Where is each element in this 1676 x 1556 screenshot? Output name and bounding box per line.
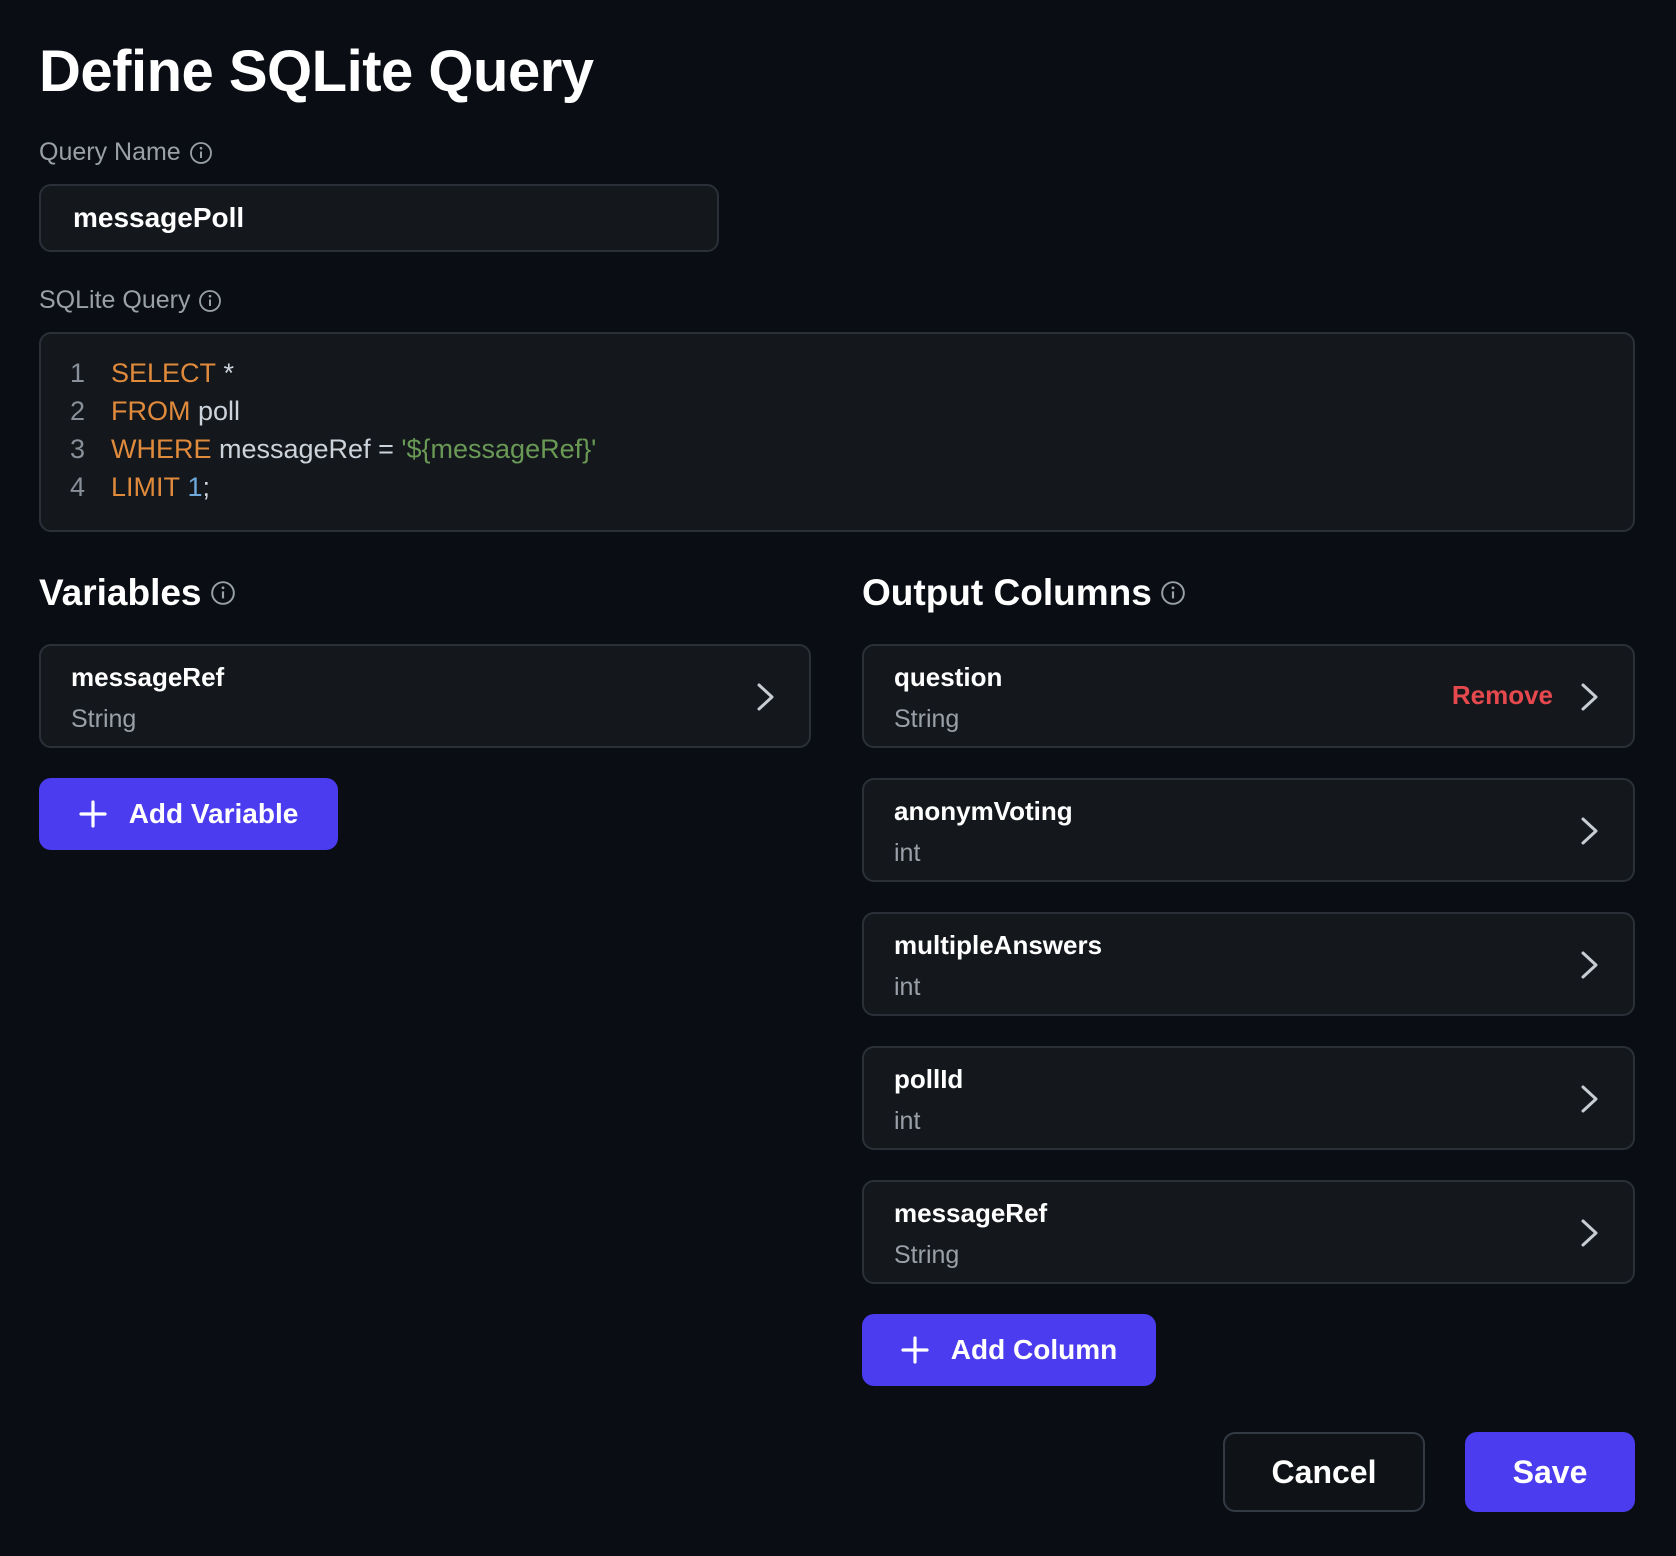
sql-string: '${messageRef}' — [401, 433, 597, 464]
sql-keyword: SELECT — [111, 357, 217, 388]
add-column-label: Add Column — [950, 1334, 1118, 1365]
output-column-item[interactable]: multipleAnswers int — [862, 912, 1635, 1016]
add-column-button[interactable]: Add Column — [862, 1314, 1156, 1386]
remove-column-button[interactable]: Remove — [1452, 680, 1553, 711]
output-columns-heading: Output Columns — [862, 572, 1186, 614]
chevron-right-icon[interactable] — [1573, 1082, 1605, 1116]
page-title: Define SQLite Query — [39, 39, 594, 104]
define-query-dialog: Define SQLite Query Query Name SQLite Qu… — [0, 0, 1676, 1556]
output-column-item[interactable]: messageRef String — [862, 1180, 1635, 1284]
sqlite-query-editor[interactable]: 1 SELECT * 2 FROM poll 3 WHERE messageRe… — [39, 332, 1635, 532]
column-name: pollId — [894, 1064, 964, 1094]
variables-heading: Variables — [39, 572, 236, 614]
cancel-button[interactable]: Cancel — [1223, 1432, 1425, 1512]
line-number: 4 — [69, 471, 85, 502]
info-icon[interactable] — [189, 141, 213, 165]
column-type: int — [894, 839, 921, 867]
variable-item[interactable]: messageRef String — [39, 644, 811, 748]
variable-name: messageRef — [71, 662, 225, 692]
sql-text: messageRef = — [211, 433, 402, 464]
output-column-item[interactable]: anonymVoting int — [862, 778, 1635, 882]
code-line: 4 LIMIT 1 ; — [41, 468, 1633, 506]
column-name: messageRef — [894, 1198, 1048, 1228]
sql-text: ; — [202, 471, 211, 502]
column-type: int — [894, 1107, 921, 1135]
sql-keyword: WHERE — [111, 433, 212, 464]
code-line: 3 WHERE messageRef = '${messageRef}' — [41, 430, 1633, 468]
info-icon[interactable] — [1160, 580, 1186, 606]
sql-keyword: LIMIT — [111, 471, 181, 502]
chevron-right-icon[interactable] — [1573, 948, 1605, 982]
output-columns-title: Output Columns — [862, 572, 1152, 613]
chevron-right-icon[interactable] — [1573, 1216, 1605, 1250]
column-name: multipleAnswers — [894, 930, 1103, 960]
sql-text: * — [216, 357, 235, 388]
line-number: 1 — [69, 357, 85, 388]
output-column-item[interactable]: question String Remove — [862, 644, 1635, 748]
plus-icon — [901, 1336, 929, 1364]
info-icon[interactable] — [210, 580, 236, 606]
sqlite-query-label: SQLite Query — [39, 286, 222, 315]
code-line: 1 SELECT * — [41, 354, 1633, 392]
add-variable-label: Add Variable — [128, 798, 299, 829]
line-number: 3 — [69, 433, 85, 464]
query-name-input[interactable] — [39, 184, 719, 252]
sqlite-query-label-text: SQLite Query — [39, 286, 191, 314]
info-icon[interactable] — [198, 289, 222, 313]
plus-icon — [79, 800, 107, 828]
line-number: 2 — [69, 395, 85, 426]
column-name: anonymVoting — [894, 796, 1073, 826]
chevron-right-icon[interactable] — [1573, 680, 1605, 714]
query-name-label: Query Name — [39, 138, 213, 167]
sql-number: 1 — [180, 471, 203, 502]
chevron-right-icon[interactable] — [1573, 814, 1605, 848]
query-name-label-text: Query Name — [39, 138, 181, 166]
output-column-item[interactable]: pollId int — [862, 1046, 1635, 1150]
variable-type: String — [71, 705, 137, 733]
code-line: 2 FROM poll — [41, 392, 1633, 430]
sql-keyword: FROM — [111, 395, 191, 426]
column-type: String — [894, 1241, 960, 1269]
save-button[interactable]: Save — [1465, 1432, 1635, 1512]
sql-text: poll — [190, 395, 241, 426]
chevron-right-icon[interactable] — [749, 680, 781, 714]
variables-title: Variables — [39, 572, 202, 613]
column-type: int — [894, 973, 921, 1001]
add-variable-button[interactable]: Add Variable — [39, 778, 338, 850]
